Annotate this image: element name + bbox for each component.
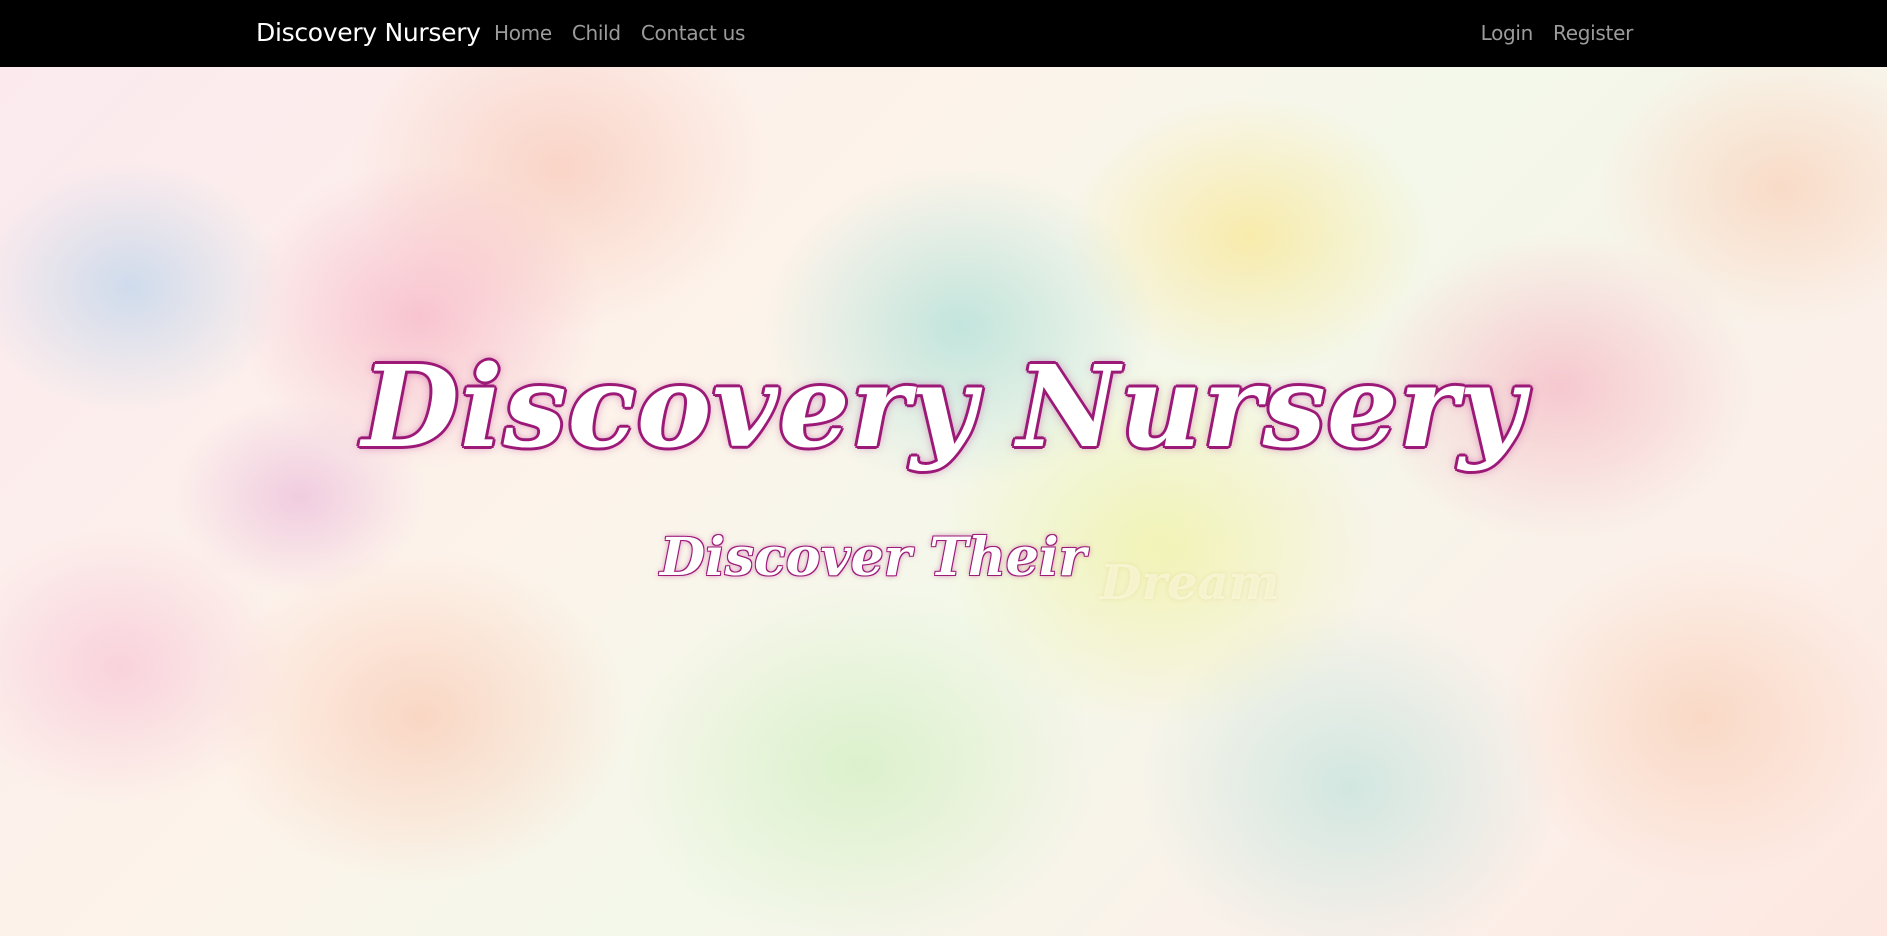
nav-link-contact-us[interactable]: Contact us (641, 21, 746, 45)
nav-link-register[interactable]: Register (1553, 21, 1633, 45)
nav-account-links: Login Register (1481, 21, 1634, 45)
hero-subtitle-animated-word: Dream (1100, 555, 1280, 611)
hero-subtitle: Discover Their Dream (660, 527, 1279, 611)
nav-link-child[interactable]: Child (572, 21, 621, 45)
hero-subtitle-main: Discover Their (660, 527, 1087, 588)
hero-title: Discovery Nursery (361, 342, 1526, 473)
nav-link-home[interactable]: Home (494, 21, 552, 45)
hero-banner: Discovery Nursery Discover Their Dream (0, 67, 1887, 936)
brand-link[interactable]: Discovery Nursery (256, 18, 481, 47)
nav-primary-links: Home Child Contact us (494, 21, 745, 45)
top-navbar: Discovery Nursery Home Child Contact us … (0, 0, 1887, 67)
nav-link-login[interactable]: Login (1481, 21, 1534, 45)
